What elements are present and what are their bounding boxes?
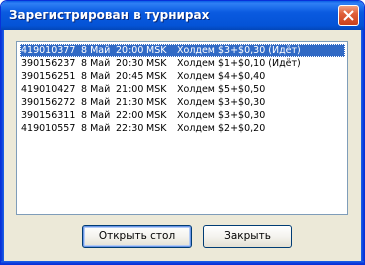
tournament-date: 8 Май (81, 97, 111, 108)
tournament-date: 8 Май (81, 123, 111, 134)
window-title: Зарегистрирован в турнирах (9, 8, 210, 22)
window-close-button[interactable] (338, 5, 359, 26)
tournament-date: 8 Май (81, 84, 111, 95)
tournament-description: Холдем $3+$0,30 (177, 110, 266, 121)
tournament-row[interactable]: 390156272 8 Май 21:30 MSK Холдем $3+$0,3… (20, 96, 345, 109)
tournament-timezone: MSK (146, 71, 167, 82)
tournament-timezone: MSK (146, 58, 167, 69)
tournament-id: 419010557 (21, 123, 76, 134)
tournament-date: 8 Май (81, 71, 111, 82)
tournament-description: Холдем $1+$0,10 (Идёт) (177, 58, 301, 69)
tournament-id: 390156237 (21, 58, 76, 69)
tournament-timezone: MSK (146, 123, 167, 134)
close-button[interactable]: Закрыть (203, 225, 292, 248)
open-table-button[interactable]: Открыть стол (82, 225, 192, 248)
window-frame-right (361, 30, 364, 264)
tournament-time: 22:00 (116, 110, 144, 121)
tournament-description: Холдем $3+$0,30 (177, 97, 266, 108)
tournament-id: 390156311 (21, 110, 76, 121)
tournament-id: 390156251 (21, 71, 76, 82)
tournament-date: 8 Май (81, 58, 111, 69)
tournament-time: 21:30 (116, 97, 144, 108)
tournament-row[interactable]: 390156311 8 Май 22:00 MSK Холдем $3+$0,3… (20, 109, 345, 122)
tournament-date: 8 Май (81, 110, 111, 121)
tournament-description: Холдем $5+$0,50 (177, 84, 266, 95)
tournament-date: 8 Май (81, 45, 111, 56)
registered-tournaments-dialog: Зарегистрирован в турнирах 419010377 8 М… (0, 0, 365, 265)
tournament-id: 419010377 (21, 45, 76, 56)
tournament-row[interactable]: 419010377 8 Май 20:00 MSK Холдем $3+$0,3… (20, 44, 345, 57)
tournament-time: 20:45 (116, 71, 144, 82)
tournament-time: 20:30 (116, 58, 144, 69)
tournament-timezone: MSK (146, 110, 167, 121)
tournament-timezone: MSK (146, 84, 167, 95)
tournament-description: Холдем $2+$0,20 (177, 123, 266, 134)
tournament-id: 390156272 (21, 97, 76, 108)
tournament-time: 20:00 (116, 45, 144, 56)
title-bar[interactable]: Зарегистрирован в турнирах (1, 1, 364, 30)
tournament-time: 22:30 (116, 123, 144, 134)
tournament-row[interactable]: 390156237 8 Май 20:30 MSK Холдем $1+$0,1… (20, 57, 345, 70)
tournament-time: 21:00 (116, 84, 144, 95)
close-icon (343, 10, 354, 21)
tournament-id: 419010427 (21, 84, 76, 95)
tournament-row[interactable]: 419010557 8 Май 22:30 MSK Холдем $2+$0,2… (20, 122, 345, 135)
tournament-description: Холдем $4+$0,40 (177, 71, 266, 82)
tournament-description: Холдем $3+$0,30 (Идёт) (177, 45, 301, 56)
tournament-row[interactable]: 419010427 8 Май 21:00 MSK Холдем $5+$0,5… (20, 83, 345, 96)
window-frame-bottom (1, 261, 364, 264)
tournament-row[interactable]: 390156251 8 Май 20:45 MSK Холдем $4+$0,4… (20, 70, 345, 83)
window-frame-left (1, 30, 4, 264)
tournament-timezone: MSK (146, 97, 167, 108)
tournament-list[interactable]: 419010377 8 Май 20:00 MSK Холдем $3+$0,3… (16, 41, 348, 215)
tournament-timezone: MSK (146, 45, 167, 56)
